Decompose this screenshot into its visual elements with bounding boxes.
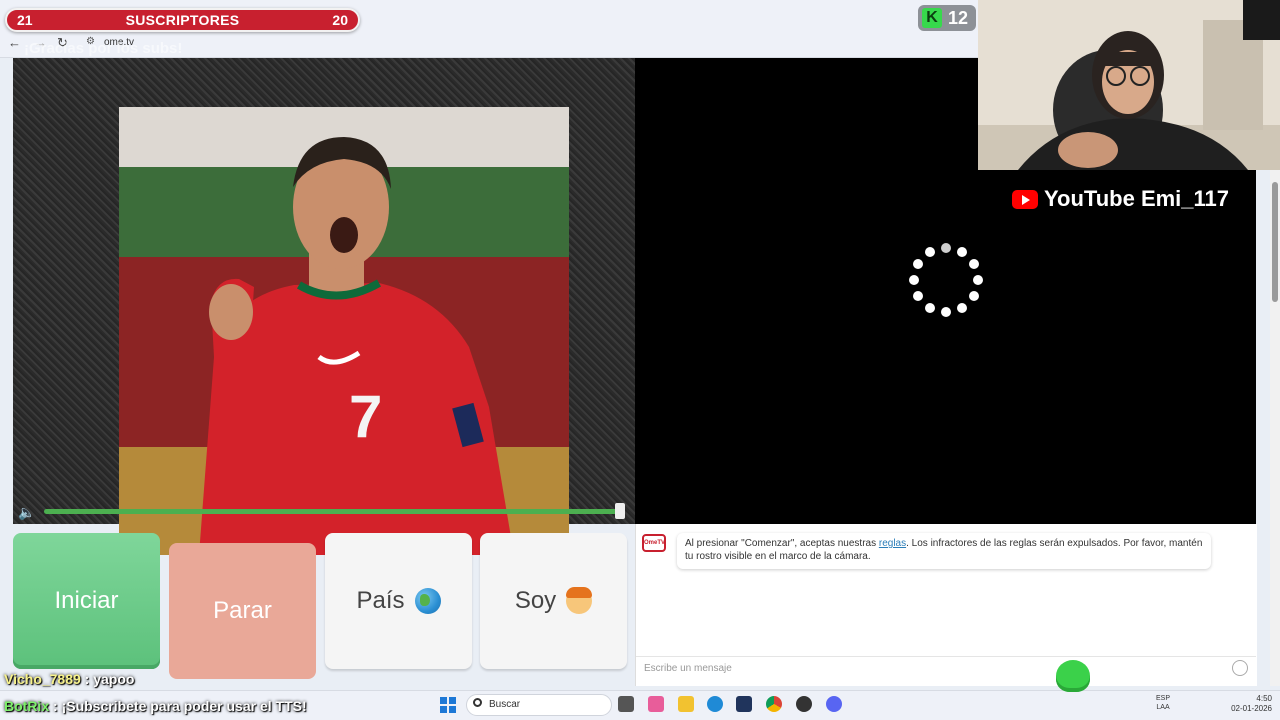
file-explorer-icon[interactable] — [678, 696, 694, 712]
mascot-icon — [1056, 660, 1090, 692]
country-button[interactable]: País — [325, 533, 472, 669]
language-code: ESP — [1156, 695, 1171, 702]
kick-logo-icon: K — [922, 8, 942, 28]
obs-icon[interactable] — [796, 696, 812, 712]
copilot-icon[interactable] — [648, 696, 664, 712]
stream-chat-user: BotRix — [4, 698, 50, 714]
subscriber-goal-bar: 21 SUSCRIPTORES 20 — [5, 8, 360, 32]
volume-slider-handle[interactable] — [615, 503, 625, 519]
taskbar-search-input[interactable]: Buscar — [466, 694, 612, 716]
chat-message-input[interactable]: Escribe un mensaje — [636, 656, 1256, 680]
discord-icon[interactable] — [826, 696, 842, 712]
streamer-webcam — [978, 0, 1280, 170]
youtube-channel-label: YouTube Emi_117 — [1012, 186, 1229, 212]
emoji-icon[interactable] — [1232, 660, 1248, 676]
kick-viewer-counter: K 12 — [918, 5, 976, 31]
subs-right-count: 20 — [332, 12, 348, 28]
youtube-channel-name: YouTube Emi_117 — [1044, 186, 1230, 211]
scrollbar-thumb[interactable] — [1272, 182, 1278, 302]
gender-button[interactable]: Soy — [480, 533, 627, 669]
system-clock[interactable]: 4:50 02-01-2026 — [1222, 694, 1272, 714]
svg-text:7: 7 — [349, 383, 382, 450]
store-icon[interactable] — [736, 696, 752, 712]
language-indicator[interactable]: ESP LAA — [1156, 694, 1170, 712]
ghost-overlay-text: ¡Gracias por los subs! — [24, 40, 183, 57]
globe-icon — [414, 588, 441, 614]
stream-chat-message: Vicho_7889 : yapoo — [4, 671, 134, 687]
subs-left-count: 21 — [17, 12, 33, 28]
keyboard-layout: LAA — [1156, 704, 1170, 711]
volume-slider[interactable] — [44, 509, 624, 514]
start-button[interactable]: Iniciar — [13, 533, 160, 669]
clock-date: 02-01-2026 — [1231, 704, 1272, 713]
stream-chat-text: : yapoo — [80, 671, 135, 687]
stop-button-label: Parar — [213, 597, 272, 624]
clock-time: 4:50 — [1256, 694, 1272, 703]
country-button-label: País — [356, 587, 405, 614]
windows-start-icon[interactable] — [440, 697, 456, 713]
search-icon — [473, 698, 482, 707]
arrow-left-icon[interactable]: ← — [8, 35, 21, 50]
chat-rules-notice: Al presionar "Comenzar", aceptas nuestra… — [677, 533, 1211, 569]
subs-title: SUSCRIPTORES — [125, 12, 240, 28]
chrome-icon[interactable] — [766, 696, 782, 712]
rules-link[interactable]: reglas — [879, 538, 906, 549]
ometv-logo-icon: OmeTV — [642, 534, 666, 552]
stream-chat-user: Vicho_7889 — [4, 671, 81, 687]
youtube-icon — [1012, 189, 1038, 209]
player-photo: 7 — [119, 107, 569, 555]
loading-spinner-icon — [909, 243, 983, 317]
gender-button-label: Soy — [514, 587, 557, 614]
volume-icon[interactable]: 🔈 — [18, 504, 40, 520]
stream-chat-text: : ¡Subscribete para poder usar el TTS! — [49, 698, 307, 714]
stream-chat-message: BotRix : ¡Subscribete para poder usar el… — [4, 698, 307, 714]
task-view-icon[interactable] — [618, 696, 634, 712]
notice-text-start: Al presionar "Comenzar", aceptas nuestra… — [685, 538, 879, 549]
edge-icon[interactable] — [707, 696, 723, 712]
stop-button[interactable]: Parar — [169, 543, 316, 679]
boy-face-icon — [566, 587, 593, 614]
start-button-label: Iniciar — [54, 587, 119, 614]
viewer-count: 12 — [948, 7, 969, 28]
